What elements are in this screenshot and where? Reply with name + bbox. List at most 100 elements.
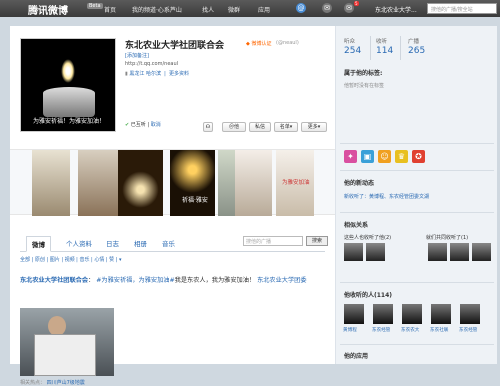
cancel-listen-link[interactable]: 取消 xyxy=(151,122,161,128)
divider xyxy=(340,212,494,213)
listeners-title: 他收听的人(114) xyxy=(344,292,393,299)
profile-search-button[interactable]: 搜索 xyxy=(306,236,328,246)
stat-label-broadcasts: 广播 xyxy=(408,39,420,45)
divider xyxy=(340,344,494,345)
location-pin-icon: ▮ xyxy=(125,71,128,77)
divider xyxy=(340,170,494,171)
relation-right-label: 就们共同收听了(1) xyxy=(426,235,469,241)
stat-label-listeners: 听众 xyxy=(344,39,356,45)
global-search-input[interactable]: 搜他的广播/搜全站 xyxy=(427,3,497,14)
followed-user-name[interactable]: 东农农大 xyxy=(401,327,419,333)
nav-my-channel[interactable]: 我的频道·心系芦山 xyxy=(132,5,182,14)
listen-status-text: 已互听 xyxy=(130,122,146,128)
stat-divider xyxy=(400,36,401,60)
tab-weibo[interactable]: 微博 xyxy=(26,236,51,252)
top-navigation-bar: 腾讯微博 Beta 首页 我的频道·心系芦山 找人 微群 应用 @ ✉ ✉ 5 … xyxy=(0,0,500,17)
stat-value-broadcasts[interactable]: 265 xyxy=(408,46,425,56)
photo-thumbnail[interactable] xyxy=(78,150,120,216)
stat-value-following[interactable]: 114 xyxy=(376,46,393,56)
tab-music[interactable]: 音乐 xyxy=(162,238,175,248)
main-column: 为雅安祈福！为雅安加油！ 东北农业大学社团联合会 ◆ 微博认证 (@neaul)… xyxy=(10,26,335,386)
avatar-caption: 为雅安祈福！为雅安加油！ xyxy=(32,118,105,125)
user-avatar[interactable] xyxy=(428,243,447,261)
photo-thumbnail[interactable] xyxy=(235,150,272,216)
hotspot-link[interactable]: 四川芦山7级地震 xyxy=(47,380,85,386)
profile-sidebar: 听众 254 收听 114 广播 265 属于他的标签: 他暂时没有在标签 ✦ … xyxy=(335,26,497,364)
profile-handle: (@neaul) xyxy=(276,40,299,46)
stat-divider xyxy=(370,36,371,60)
at-him-button[interactable]: ＠他 xyxy=(222,122,246,132)
stat-label-following: 收听 xyxy=(376,39,388,45)
medal-icon[interactable]: ✪ xyxy=(412,150,425,163)
post-image[interactable] xyxy=(20,308,114,376)
mutual-listen-status: ✔ 已互听 | 取消 xyxy=(125,122,161,128)
medal-icon[interactable]: ✦ xyxy=(344,150,357,163)
photo-thumbnail[interactable]: 为雅安加油 xyxy=(276,150,314,216)
location-text: 黑龙江 哈尔滨 xyxy=(129,71,161,77)
divider xyxy=(340,282,494,283)
stat-value-listeners[interactable]: 254 xyxy=(344,46,361,56)
feed-filter-bar[interactable]: 全部 | 原创 | 图片 | 视频 | 音乐 | 心情 | 赞 | ▾ xyxy=(20,256,122,263)
profile-avatar[interactable]: 为雅安祈福！为雅安加油！ xyxy=(20,38,116,132)
apps-title: 他的应用 xyxy=(344,353,369,360)
related-hotspot: 相关热点： 四川芦山7级地震 xyxy=(20,379,85,386)
broadcast-icon[interactable]: ✉ xyxy=(322,3,332,13)
post-author[interactable]: 东北农业大学社团联合会 xyxy=(20,277,88,284)
tags-note: 他暂时没有在标签 xyxy=(344,83,385,89)
at-mention-icon[interactable]: @ xyxy=(296,3,306,13)
followed-user-avatar[interactable] xyxy=(460,304,480,324)
message-icon[interactable]: ✉ xyxy=(344,3,354,13)
list-dropdown-button[interactable]: 名单▾ xyxy=(274,122,298,132)
followed-user-name[interactable]: 黄博程 xyxy=(343,327,357,333)
medal-icon[interactable]: ☺ xyxy=(378,150,391,163)
profile-tabs: 微博 个人资料 日志 相册 音乐 搜他的广播 搜索 xyxy=(20,236,328,252)
tab-profile[interactable]: 个人资料 xyxy=(66,238,92,248)
more-info-link[interactable]: 更多资料 xyxy=(169,71,189,77)
headset-icon[interactable]: ☊ xyxy=(203,122,213,132)
followed-user-avatar[interactable] xyxy=(373,304,393,324)
photo-caption: 为雅安加油 xyxy=(282,180,310,186)
post-hashtag[interactable]: #为雅安祈福，为雅安加油# xyxy=(96,277,174,284)
candle-flame xyxy=(61,59,75,83)
user-avatar[interactable] xyxy=(472,243,491,261)
relation-title: 相似关系 xyxy=(344,222,369,229)
feed-post: 东北农业大学社团联合会： #为雅安祈福，为雅安加油#我是东农人，我为雅安加油！ … xyxy=(20,277,307,284)
nav-groups[interactable]: 微群 xyxy=(228,5,240,14)
profile-url[interactable]: http://t.qq.com/neaul xyxy=(125,61,178,67)
relation-left-label: 这些人也收听了他(2) xyxy=(344,235,392,241)
profile-search-input[interactable]: 搜他的广播 xyxy=(243,236,303,246)
photo-thumbnail[interactable]: 祈福·雅安 xyxy=(170,150,215,216)
add-remark-link[interactable]: [添加备注] xyxy=(125,52,149,59)
mutual-check-icon: ✔ xyxy=(125,122,130,128)
private-message-button[interactable]: 私信 xyxy=(249,122,271,132)
nav-find-people[interactable]: 找人 xyxy=(202,5,214,14)
photo-thumbnail[interactable] xyxy=(32,150,70,216)
tencent-weibo-logo[interactable]: 腾讯微博 xyxy=(28,2,68,17)
user-avatar[interactable] xyxy=(366,243,385,261)
followed-user-name[interactable]: 东农经管 xyxy=(459,327,477,333)
post-body: 我是东农人，我为雅安加油！ xyxy=(174,277,256,284)
current-user-menu[interactable]: 东北农业大学... xyxy=(375,5,417,14)
nav-home[interactable]: 首页 xyxy=(104,5,116,14)
followed-user-avatar[interactable] xyxy=(344,304,364,324)
nav-apps[interactable]: 应用 xyxy=(258,5,270,14)
medal-icon[interactable]: ♛ xyxy=(395,150,408,163)
tab-album[interactable]: 相册 xyxy=(134,238,147,248)
more-dropdown-button[interactable]: 更多▾ xyxy=(301,122,327,132)
followed-user-avatar[interactable] xyxy=(402,304,422,324)
user-avatar[interactable] xyxy=(344,243,363,261)
profile-name: 东北农业大学社团联合会 xyxy=(125,41,225,51)
tab-blog[interactable]: 日志 xyxy=(106,238,119,248)
photo-strip: 祈福·雅安 为雅安加油 xyxy=(10,149,335,216)
followed-user-avatar[interactable] xyxy=(431,304,451,324)
medal-icon[interactable]: ▣ xyxy=(361,150,374,163)
followed-user-name[interactable]: 东农经管 xyxy=(372,327,390,333)
person-head xyxy=(48,316,66,336)
user-avatar[interactable] xyxy=(450,243,469,261)
post-mention[interactable]: 东北农业大学团委 xyxy=(257,277,307,284)
news-item[interactable]: 新收听了：黄博程、东农经管团委文湖 xyxy=(344,193,429,200)
photo-thumbnail[interactable] xyxy=(118,150,163,216)
held-sign xyxy=(34,334,96,376)
followed-user-name[interactable]: 东农社联 xyxy=(430,327,448,333)
verified-badge[interactable]: ◆ 微博认证 xyxy=(246,40,271,47)
